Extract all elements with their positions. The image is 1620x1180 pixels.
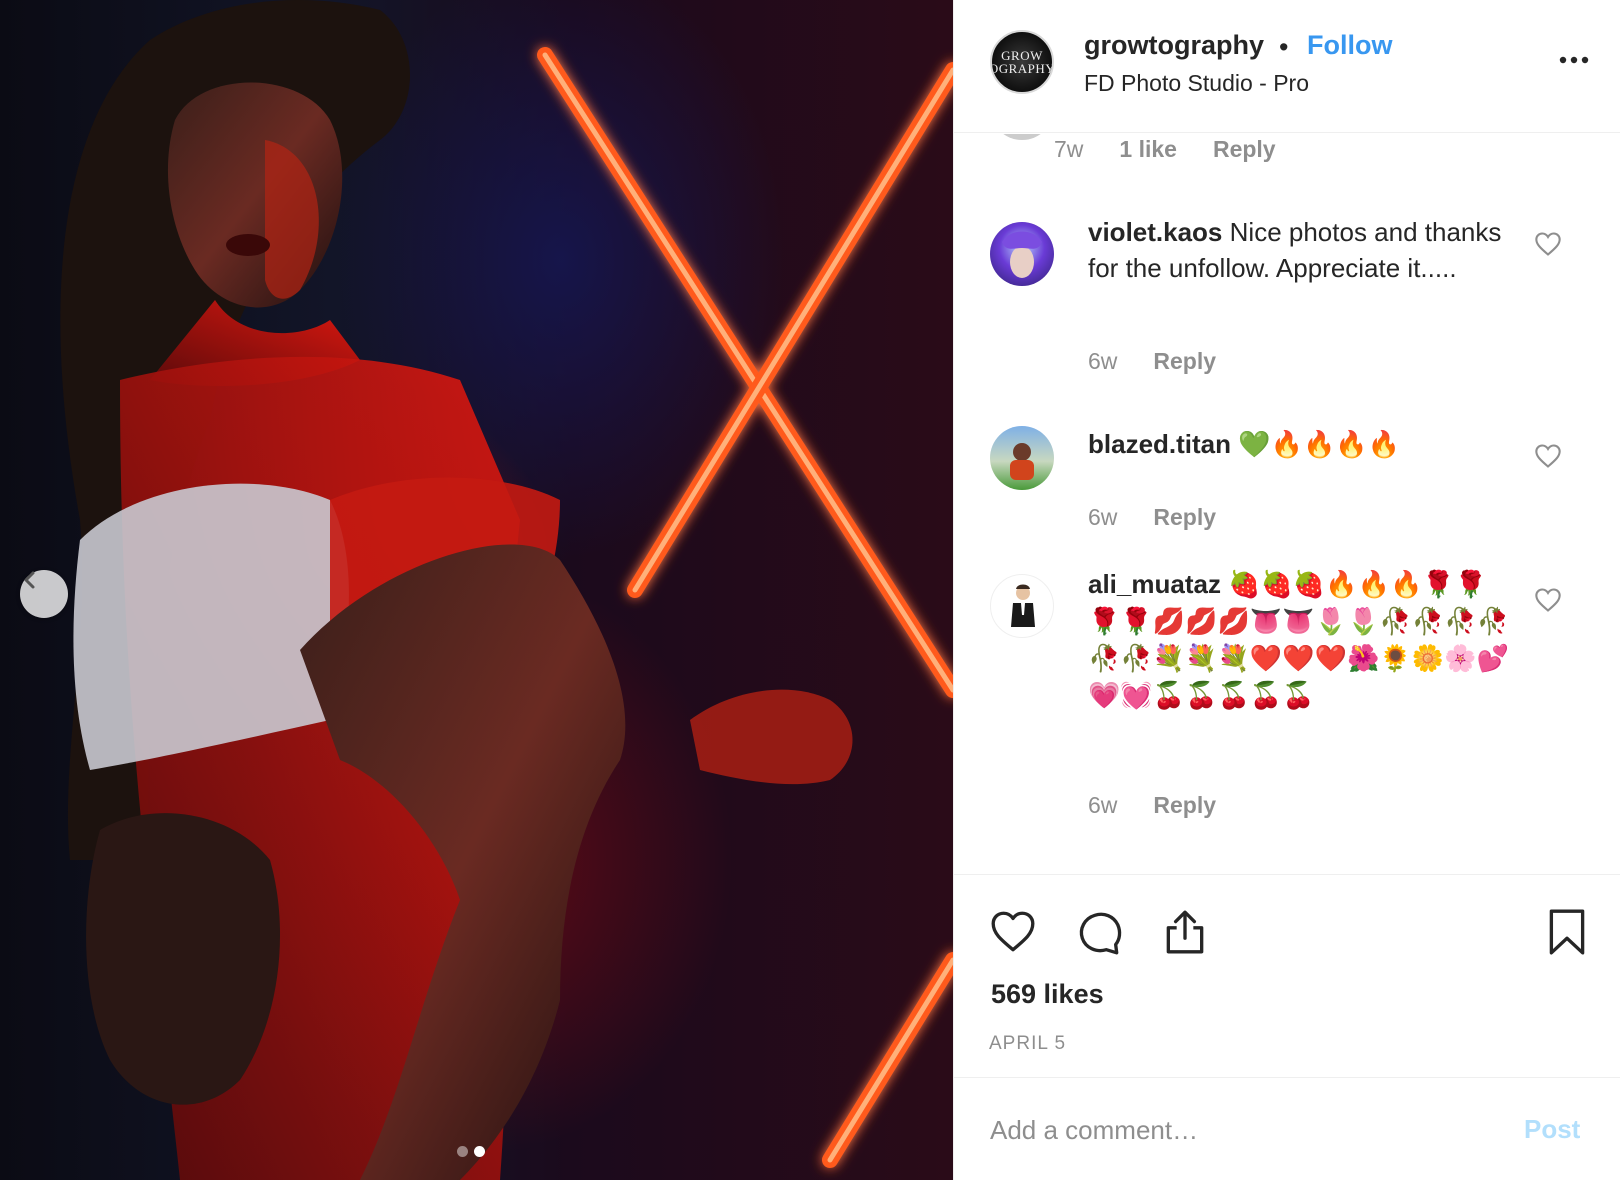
comment-input[interactable]: [990, 1108, 1490, 1152]
comment-form: Post: [954, 1077, 1620, 1180]
comment-avatar[interactable]: [990, 222, 1054, 286]
post-actions: 569 likes APRIL 5: [954, 874, 1620, 1076]
comment-body: ali_muataz 🍓🍓🍓🔥🔥🔥🌹🌹🌹🌹💋💋💋👅👅🌷🌷🥀🥀🥀🥀🥀🥀💐💐💐❤️❤…: [1088, 566, 1518, 714]
likes-count[interactable]: 569 likes: [991, 979, 1104, 1010]
post-location[interactable]: FD Photo Studio - Pro: [1084, 70, 1309, 97]
separator-dot: •: [1279, 32, 1289, 62]
comment-username[interactable]: violet.kaos: [1088, 217, 1222, 247]
comment-time: 6w: [1088, 348, 1118, 374]
comment-body: blazed.titan 💚🔥🔥🔥🔥: [1088, 426, 1528, 463]
reply-button[interactable]: Reply: [1213, 136, 1276, 163]
comment-avatar[interactable]: [990, 574, 1054, 638]
comment-meta: 6w Reply: [1088, 348, 1216, 375]
more-options-button[interactable]: [1554, 46, 1594, 74]
reply-button[interactable]: Reply: [1153, 792, 1216, 819]
chevron-left-icon: [24, 571, 35, 589]
avatar-image: [1002, 231, 1042, 278]
comment-meta: 6w Reply: [1088, 792, 1216, 819]
comment-time: 7w: [1054, 136, 1084, 162]
comment-avatar[interactable]: [990, 426, 1054, 490]
comment-meta: 6w Reply: [1088, 504, 1216, 531]
neon-tubes: [537, 47, 953, 1168]
comment-like-heart-icon[interactable]: [1534, 586, 1562, 614]
comment-username[interactable]: ali_muataz: [1088, 569, 1221, 599]
comment-body: violet.kaos Nice photos and thanks for t…: [1088, 214, 1518, 286]
comment-avatar[interactable]: [990, 134, 1054, 140]
bookmark-icon[interactable]: [1542, 907, 1592, 957]
heart-icon[interactable]: [988, 907, 1038, 957]
comment-username[interactable]: blazed.titan: [1088, 429, 1231, 459]
comment-time: 6w: [1088, 504, 1118, 530]
share-icon[interactable]: [1160, 907, 1210, 957]
post-header: GROW OGRAPHY growtography • Follow FD Ph…: [954, 0, 1620, 133]
comment-text: 💚🔥🔥🔥🔥: [1238, 430, 1401, 460]
reply-button[interactable]: Reply: [1153, 348, 1216, 375]
follow-button[interactable]: Follow: [1307, 30, 1392, 61]
comment-like-heart-icon[interactable]: [1534, 442, 1562, 470]
avatar-image: [1011, 584, 1035, 627]
comment-icon[interactable]: [1074, 907, 1124, 957]
more-horizontal-icon: [1559, 56, 1589, 64]
reply-button[interactable]: Reply: [1153, 504, 1216, 531]
post-username[interactable]: growtography: [1084, 30, 1264, 61]
post-photo[interactable]: [0, 0, 953, 1180]
post-date[interactable]: APRIL 5: [989, 1033, 1066, 1055]
comment-time: 6w: [1088, 792, 1118, 818]
comments-list[interactable]: 7w 1 like Reply violet.kaos Nice photos …: [954, 134, 1620, 874]
avatar-image: [1010, 443, 1034, 480]
carousel-dot-active: [474, 1146, 485, 1157]
post-comment-button[interactable]: Post: [1524, 1114, 1580, 1145]
profile-avatar[interactable]: GROW OGRAPHY: [990, 30, 1054, 94]
carousel-prev-button[interactable]: [20, 570, 68, 618]
comment-like-heart-icon[interactable]: [1534, 230, 1562, 258]
comment-likes[interactable]: 1 like: [1119, 136, 1177, 163]
photo-illustration: [60, 0, 953, 1180]
post-side-panel: GROW OGRAPHY growtography • Follow FD Ph…: [953, 0, 1620, 1180]
logo-wordmark: GROW OGRAPHY: [990, 48, 1054, 76]
carousel-indicator: [457, 1146, 485, 1157]
comment-meta: 7w 1 like Reply: [1054, 136, 1276, 163]
carousel-dot: [457, 1146, 468, 1157]
